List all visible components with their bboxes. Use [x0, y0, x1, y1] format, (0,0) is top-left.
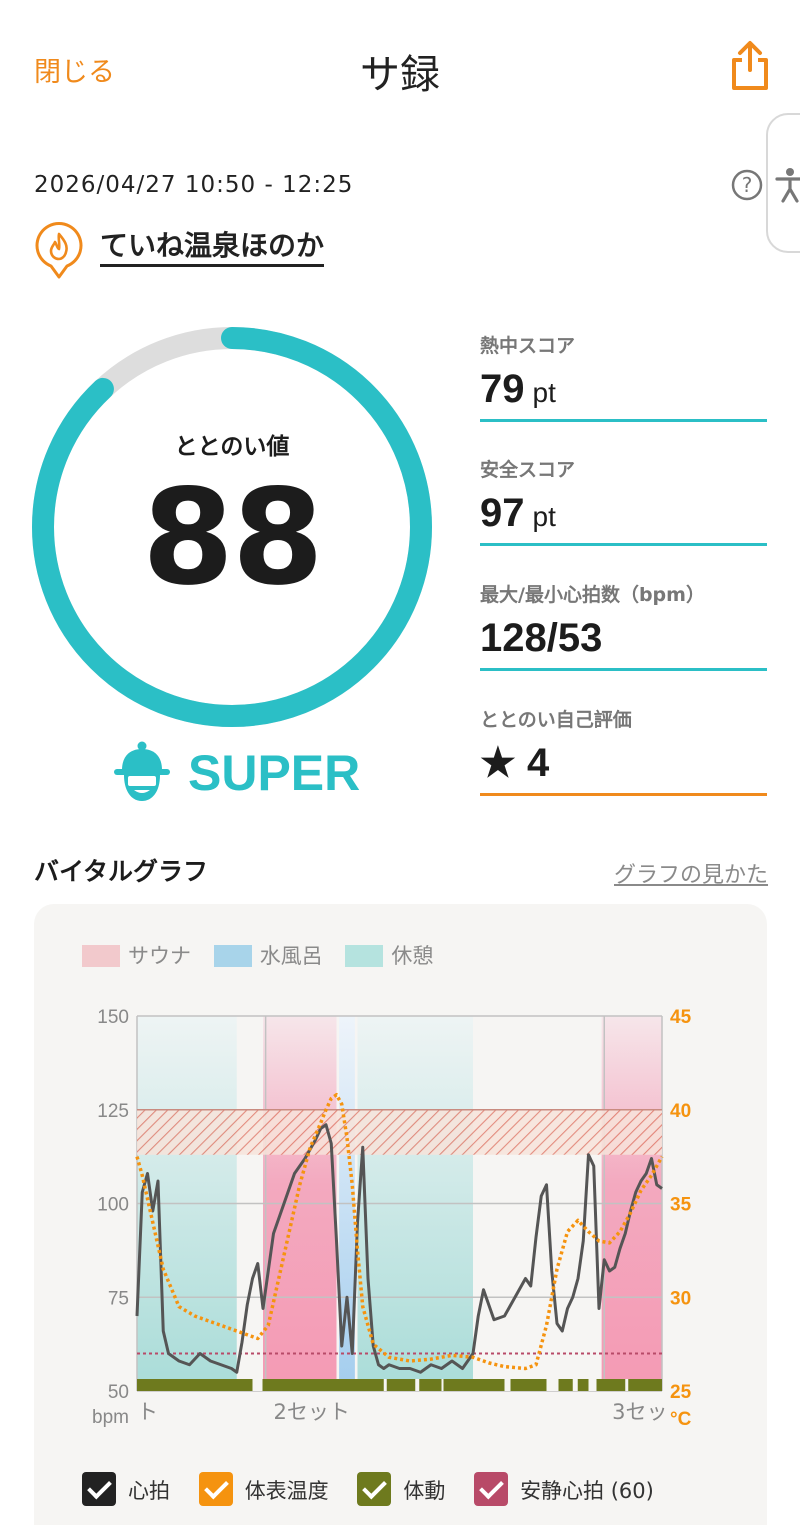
metric-label: ととのい自己評価	[480, 709, 632, 731]
metric-label: 安全スコア	[480, 459, 576, 481]
safety-score: 安全スコア 97 pt	[480, 457, 767, 546]
series-legend: 心拍 体表温度 体動 安静心拍 (60)	[82, 1472, 676, 1506]
motion-bars	[137, 1379, 662, 1391]
motion-gap	[441, 1379, 444, 1391]
sauna-hat-icon	[114, 741, 170, 801]
venue-name-link[interactable]: ていね温泉ほのか	[100, 229, 325, 268]
motion-gap	[588, 1379, 597, 1391]
toggle-label: 体表温度	[244, 1479, 329, 1503]
checkbox[interactable]	[357, 1472, 392, 1506]
metric-value: 79 pt	[480, 364, 767, 414]
legend-label: 休憩	[391, 944, 434, 968]
divider	[480, 543, 767, 546]
sauna-pin-icon	[35, 222, 83, 279]
graph-help-link[interactable]: グラフの見かた	[614, 857, 768, 889]
legend-cold-bath: 水風呂	[213, 940, 323, 970]
left-tick-label: 50	[108, 1382, 129, 1403]
share-icon[interactable]	[728, 40, 772, 92]
motion-gap	[383, 1379, 387, 1391]
metric-unit: pt	[532, 501, 556, 532]
motion-gap	[504, 1379, 511, 1391]
motion-gap	[546, 1379, 559, 1391]
svg-text:?: ?	[742, 173, 753, 197]
motion-strip	[137, 1379, 662, 1391]
toggle-motion[interactable]: 体動	[357, 1472, 445, 1506]
left-axis-unit: bpm	[92, 1407, 129, 1428]
right-tick-label: 35	[670, 1195, 692, 1216]
legend-sauna: サウナ	[82, 940, 191, 970]
metric-number: 128/53	[480, 616, 603, 660]
right-tick-label: 25	[670, 1382, 692, 1403]
metric-value: ★ 4	[480, 738, 767, 788]
metric-value: 97 pt	[480, 488, 767, 538]
left-tick-label: 125	[97, 1101, 129, 1122]
right-axis-unit: °C	[670, 1409, 692, 1430]
app-header: 閉じる サ録	[0, 0, 800, 135]
vital-graph-card: サウナ 水風呂 休憩 50 75 100 125 150 25 30 35 40…	[34, 904, 767, 1525]
divider	[480, 668, 767, 671]
help-icon[interactable]: ?	[731, 169, 763, 201]
checkbox[interactable]	[198, 1472, 233, 1506]
right-tick-label: 40	[670, 1101, 691, 1122]
metric-number: 97	[480, 491, 525, 535]
score-value: 88	[142, 461, 324, 615]
toggle-resting-hr[interactable]: 安静心拍 (60)	[474, 1472, 654, 1506]
session-datetime: 2026/04/27 10:50 - 12:25	[34, 172, 354, 198]
motion-gap	[572, 1379, 578, 1391]
legend-label: 水風呂	[259, 944, 323, 968]
heart-rate-range: 最大/最小心拍数（bpm） 128/53	[480, 582, 767, 671]
metric-label: 熱中スコア	[480, 335, 576, 357]
toggle-label: 安静心拍 (60)	[520, 1479, 654, 1503]
x-tick-label: ト	[137, 1400, 158, 1424]
metric-value: 128/53	[480, 613, 767, 663]
heat-score: 熱中スコア 79 pt	[480, 333, 767, 422]
toggle-label: 心拍	[128, 1479, 170, 1503]
right-tick-label: 45	[670, 1007, 692, 1028]
toggle-heart-rate[interactable]: 心拍	[82, 1472, 170, 1506]
motion-gap	[252, 1379, 263, 1391]
motion-gap	[625, 1379, 629, 1391]
danger-zone	[137, 1109, 662, 1155]
left-tick-label: 150	[97, 1007, 129, 1028]
metric-label: 最大/最小心拍数（bpm）	[480, 584, 705, 606]
legend-label: サウナ	[128, 944, 191, 968]
checkbox[interactable]	[474, 1472, 509, 1506]
left-tick-label: 100	[97, 1195, 129, 1216]
divider	[480, 793, 767, 796]
divider	[480, 419, 767, 422]
legend-swatch	[345, 945, 384, 967]
phase-legend: サウナ 水風呂 休憩	[82, 940, 449, 970]
vital-chart: 50 75 100 125 150 25 30 35 40 45 bpm °C ト 2セット 3セッ	[92, 1007, 692, 1430]
accessibility-icon	[775, 168, 800, 203]
metric-number: ★ 4	[480, 741, 550, 785]
accessibility-tab[interactable]	[766, 113, 800, 253]
metric-unit: pt	[532, 377, 556, 408]
left-tick-label: 75	[108, 1288, 129, 1309]
rank-badge: SUPER	[110, 740, 360, 806]
metric-number: 79	[480, 367, 525, 411]
x-tick-label: 3セッ	[612, 1400, 667, 1424]
legend-swatch	[213, 945, 252, 967]
page-title: サ録	[360, 52, 440, 98]
x-tick-label: 2セット	[274, 1400, 350, 1424]
section-title: バイタルグラフ	[34, 857, 209, 886]
score-label: ととのい値	[174, 434, 290, 460]
checkbox[interactable]	[82, 1472, 116, 1506]
legend-swatch	[82, 945, 120, 967]
self-rating: ととのい自己評価 ★ 4	[480, 707, 767, 796]
toggle-skin-temp[interactable]: 体表温度	[198, 1472, 329, 1506]
rank-label: SUPER	[188, 745, 361, 801]
toggle-label: 体動	[403, 1479, 446, 1503]
right-tick-label: 30	[670, 1288, 691, 1309]
motion-gap	[415, 1379, 420, 1391]
legend-rest: 休憩	[345, 940, 433, 970]
